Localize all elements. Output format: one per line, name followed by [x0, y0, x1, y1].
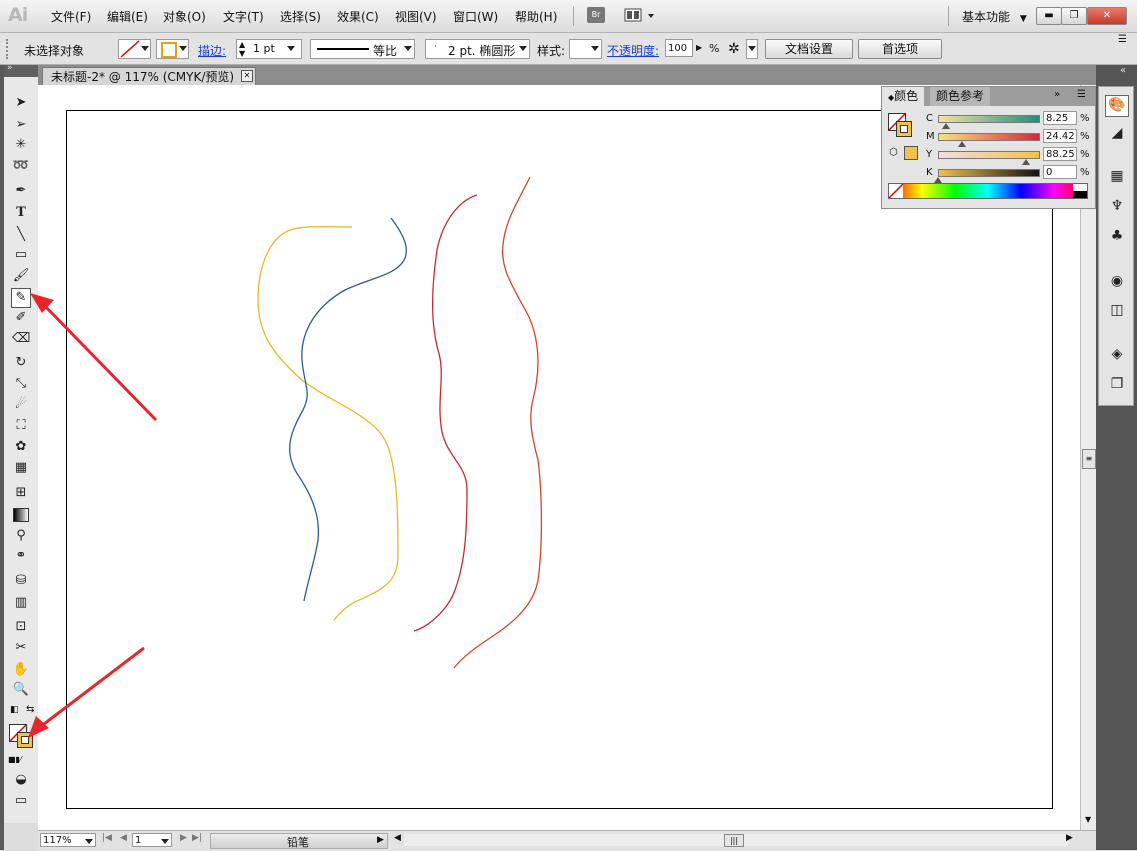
tab-color[interactable]: ◆颜色: [882, 87, 925, 106]
none-swatch[interactable]: [888, 183, 904, 199]
channel-m-value[interactable]: 24.42: [1043, 129, 1077, 143]
scroll-down-arrow-icon[interactable]: ▼: [1085, 815, 1091, 824]
status-bar: 117% |◀ ◀ 1 ▶ ▶| 铅笔 ▶ ◀ ||| ▶: [38, 830, 1096, 851]
red-pencil-stroke[interactable]: [413, 194, 478, 632]
scroll-right-arrow-icon[interactable]: ▶: [1066, 833, 1073, 843]
channel-y-label: Y: [926, 149, 933, 160]
color-spectrum-bar[interactable]: [888, 183, 1088, 199]
annotation-arrow-pencil: [30, 293, 158, 422]
status-menu-arrow-icon[interactable]: ▶: [377, 835, 384, 845]
zoom-value: 117%: [43, 835, 72, 846]
stroke-panel-icon[interactable]: ◉: [1108, 272, 1126, 290]
current-tool-label: 铅笔: [287, 836, 309, 849]
scroll-left-arrow-icon[interactable]: ◀: [394, 833, 401, 843]
channel-k-unit: %: [1080, 167, 1090, 178]
current-tool-display[interactable]: 铅笔 ▶: [210, 833, 388, 849]
channel-c-unit: %: [1080, 113, 1090, 124]
channel-c-label: C: [926, 113, 933, 124]
color-panel-icon[interactable]: 🎨: [1105, 95, 1129, 117]
brushes-icon[interactable]: ♆: [1108, 197, 1126, 215]
horizontal-scrollbar[interactable]: |||: [404, 834, 1068, 847]
transparency-icon[interactable]: ◫: [1108, 301, 1126, 319]
no-color-icon: [888, 183, 904, 199]
panel-stroke-box[interactable]: [896, 121, 912, 137]
page-field[interactable]: 1: [132, 833, 172, 847]
expand-panels-icon[interactable]: «: [1120, 65, 1126, 76]
artboards-icon[interactable]: ❐: [1108, 375, 1126, 393]
chevron-down-icon: [161, 839, 169, 844]
channel-m-slider[interactable]: [938, 133, 1040, 141]
in-gamut-swatch[interactable]: [904, 146, 918, 160]
orange-red-pencil-stroke[interactable]: [453, 176, 543, 669]
next-page-icon[interactable]: ▶: [180, 833, 187, 843]
color-guide-icon[interactable]: ◢: [1108, 124, 1126, 142]
color-panel: ◆颜色 颜色参考 » ☰ ⬡ C 8.25 % M 24.42 % Y 88.2…: [881, 86, 1096, 209]
channel-m-unit: %: [1080, 131, 1090, 142]
symbols-icon[interactable]: ♣: [1108, 227, 1126, 245]
zoom-field[interactable]: 117%: [40, 833, 96, 847]
previous-page-icon[interactable]: ◀: [120, 833, 127, 843]
first-page-icon[interactable]: |◀: [102, 833, 112, 843]
black-swatch[interactable]: [1073, 191, 1087, 198]
color-panel-tabs: ◆颜色 颜色参考 » ☰: [882, 87, 1095, 106]
channel-k-label: K: [926, 167, 933, 178]
stroke-inner-icon: [900, 125, 908, 133]
out-of-gamut-icon[interactable]: ⬡: [889, 147, 898, 158]
channel-m-thumb[interactable]: [958, 141, 967, 147]
tab-color-guide[interactable]: 颜色参考: [930, 87, 991, 106]
channel-k-value[interactable]: 0: [1043, 165, 1077, 179]
yellow-pencil-stroke[interactable]: [257, 225, 399, 621]
white-swatch[interactable]: [1073, 184, 1087, 191]
channel-c-value[interactable]: 8.25: [1043, 111, 1077, 125]
panel-collapse-icon[interactable]: »: [1054, 89, 1060, 100]
swatches-icon[interactable]: ▦: [1108, 167, 1126, 185]
blue-pencil-stroke[interactable]: [289, 217, 407, 602]
channel-y-value[interactable]: 88.25: [1043, 147, 1077, 161]
page-value: 1: [135, 835, 142, 846]
channel-y-slider[interactable]: [938, 151, 1040, 159]
channel-k-slider[interactable]: [938, 169, 1040, 177]
channel-m-label: M: [926, 131, 935, 142]
panel-menu-icon[interactable]: ☰: [1077, 89, 1086, 100]
horizontal-scroll-thumb[interactable]: |||: [724, 834, 744, 847]
annotation-arrow-stroke-color: [28, 646, 145, 738]
channel-c-slider[interactable]: [938, 115, 1040, 123]
chevron-down-icon: [85, 839, 93, 844]
layers-icon[interactable]: ◈: [1108, 345, 1126, 363]
channel-y-unit: %: [1080, 149, 1090, 160]
channel-c-thumb[interactable]: [942, 123, 951, 129]
channel-y-thumb[interactable]: [1022, 159, 1031, 165]
last-page-icon[interactable]: ▶|: [192, 833, 202, 843]
panel-dock: 🎨 ◢ ▦ ♆ ♣ ◉ ◫ ◈ ❐: [1098, 86, 1134, 406]
vertical-scroll-thumb[interactable]: ≡: [1082, 449, 1096, 469]
